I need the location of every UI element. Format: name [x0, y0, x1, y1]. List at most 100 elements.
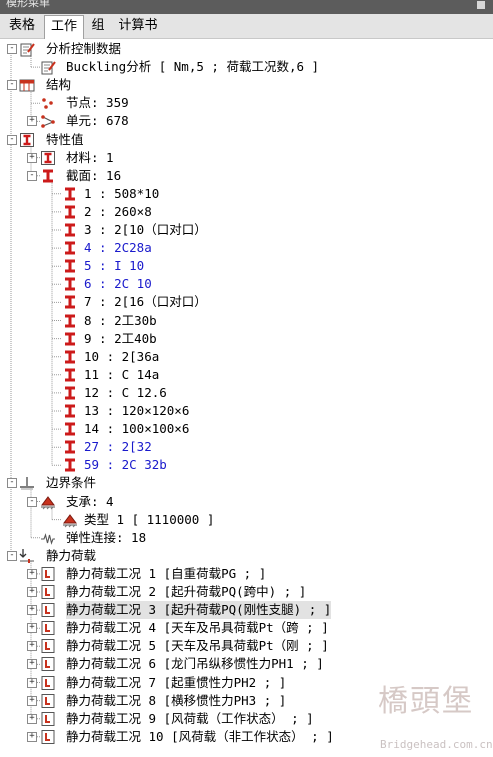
tree-item-label: 静力荷载 — [46, 547, 97, 563]
tree-row[interactable]: 类型 1 [ 1110000 ] — [0, 511, 493, 529]
tree-row[interactable]: + 静力荷载工况 4 [天车及吊具荷载Pt（跨 ; ] — [0, 619, 493, 637]
tree-item-label: 静力荷载工况 9 [风荷载（工作状态） ; ] — [66, 710, 314, 726]
collapse-toggle-icon[interactable]: - — [7, 550, 17, 561]
tab-calc-report[interactable]: 计算书 — [114, 16, 162, 36]
tree-row[interactable]: 节点: 359 — [0, 94, 493, 112]
collapse-toggle-icon[interactable]: - — [7, 478, 17, 489]
tree-row[interactable]: 10 : 2[36a — [0, 348, 493, 366]
expand-toggle-icon[interactable]: + — [27, 587, 37, 597]
tree-row[interactable]: + 静力荷载工况 5 [天车及吊具荷载Pt（刚 ; ] — [0, 637, 493, 655]
load-case-icon — [40, 656, 56, 672]
expand-toggle-icon[interactable]: + — [27, 116, 37, 127]
tree-row[interactable]: 2 : 260×8 — [0, 203, 493, 221]
tree-item-label: 12 : C 12.6 — [84, 384, 167, 400]
tree-row[interactable]: - 支承: 4 — [0, 493, 493, 511]
tree-row[interactable]: + 静力荷载工况 2 [起升荷载PQ(跨中) ; ] — [0, 583, 493, 601]
tree-row[interactable]: 12 : C 12.6 — [0, 384, 493, 402]
load-case-icon — [40, 566, 56, 582]
tree-item-label: 弹性连接: 18 — [66, 529, 147, 545]
tree-item-label: 静力荷载工况 10 [风荷载（非工作状态） ; ] — [66, 728, 334, 744]
tree-row[interactable]: 5 : I 10 — [0, 257, 493, 275]
tree-row[interactable]: + 材料: 1 — [0, 149, 493, 167]
expand-toggle-icon[interactable]: + — [27, 731, 37, 742]
tree-item-label: 9 : 2工40b — [84, 330, 157, 346]
tree-row[interactable]: + 静力荷载工况 6 [龙门吊纵移惯性力PH1 ; ] — [0, 655, 493, 673]
tree-row[interactable]: - 截面: 16 — [0, 167, 493, 185]
section-icon — [62, 240, 78, 256]
section-icon — [62, 421, 78, 437]
load-case-icon — [40, 711, 56, 727]
tree-item-label: 3 : 2[10（口对口） — [84, 222, 207, 237]
tree-row[interactable]: + 单元: 678 — [0, 112, 493, 130]
tree-item-label: 6 : 2C 10 — [84, 276, 152, 292]
collapse-toggle-icon[interactable]: - — [7, 134, 17, 145]
collapse-toggle-icon[interactable]: - — [27, 170, 37, 181]
tree-row[interactable]: 13 : 120×120×6 — [0, 402, 493, 420]
tree-row[interactable]: 1 : 508*10 — [0, 185, 493, 203]
tree-item-label: 7 : 2[16（口对口） — [84, 294, 207, 310]
tree-item-label: 10 : 2[36a — [84, 348, 160, 364]
collapse-toggle-icon[interactable]: - — [27, 496, 37, 507]
tree-item-label: 静力荷载工况 6 [龙门吊纵移惯性力PH1 ; ] — [66, 656, 324, 672]
static-load-icon — [19, 548, 35, 564]
tree-row[interactable]: + 静力荷载工况 1 [自重荷载PG ; ] — [0, 565, 493, 583]
tree-row[interactable]: 3 : 2[10（口对口） — [0, 221, 493, 239]
tree-row[interactable]: 59 : 2C 32b — [0, 456, 493, 474]
expand-toggle-icon[interactable]: + — [27, 605, 37, 616]
tree-row[interactable]: 7 : 2[16（口对口） — [0, 293, 493, 311]
tree-item-label: 59 : 2C 32b — [84, 457, 167, 473]
tree-row[interactable]: - 特性值 — [0, 131, 493, 149]
tree-row[interactable]: 6 : 2C 10 — [0, 275, 493, 293]
support-icon — [62, 512, 78, 528]
tree-item-label: 截面: 16 — [66, 167, 122, 183]
tab-table[interactable]: 表格 — [6, 16, 38, 36]
expand-toggle-icon[interactable]: + — [27, 713, 37, 724]
tree-row[interactable]: - 结构 — [0, 76, 493, 94]
material-icon — [40, 150, 56, 166]
tree-row[interactable]: 4 : 2C28a — [0, 239, 493, 257]
tree-item-label: 静力荷载工况 5 [天车及吊具荷载Pt（刚 ; ] — [66, 638, 329, 654]
load-case-icon — [40, 693, 56, 709]
tree-row[interactable]: Buckling分析 [ Nm,5 ; 荷载工况数,6 ] — [0, 58, 493, 76]
tab-group[interactable]: 组 — [88, 16, 108, 36]
expand-toggle-icon[interactable]: + — [27, 641, 37, 652]
section-icon — [62, 313, 78, 329]
collapse-toggle-icon[interactable]: - — [7, 80, 17, 91]
section-icon — [62, 367, 78, 383]
tree-item-label: 静力荷载工况 2 [起升荷载PQ(跨中) ; ] — [66, 584, 307, 599]
tab-work[interactable]: 工作 — [44, 15, 84, 39]
tree-row[interactable]: 14 : 100×100×6 — [0, 420, 493, 438]
tree-row[interactable]: 8 : 2工30b — [0, 312, 493, 330]
tree-row[interactable]: 9 : 2工40b — [0, 330, 493, 348]
expand-toggle-icon[interactable]: + — [27, 568, 37, 579]
tree-row[interactable]: + 静力荷载工况 3 [起升荷载PQ(刚性支腿) ; ] — [0, 601, 493, 620]
analysis-control-icon — [19, 41, 35, 57]
tree-row[interactable]: 11 : C 14a — [0, 366, 493, 384]
expand-toggle-icon[interactable]: + — [27, 695, 37, 706]
section-icon — [62, 457, 78, 473]
section-icon — [62, 294, 78, 310]
tree-item-label: 静力荷载工况 1 [自重荷载PG ; ] — [66, 565, 267, 581]
tree-item-label: 静力荷载工况 8 [横移惯性力PH3 ; ] — [66, 692, 287, 708]
tree-row[interactable]: 27 : 2[32 — [0, 438, 493, 456]
tree-item-label: 材料: 1 — [66, 149, 114, 165]
collapse-toggle-icon[interactable]: - — [7, 44, 17, 54]
load-case-icon — [40, 675, 56, 691]
tree-row[interactable]: - 边界条件 — [0, 474, 493, 492]
section-icon — [62, 186, 78, 202]
tree-row[interactable]: - 分析控制数据 — [0, 40, 493, 58]
tree-item-label: 静力荷载工况 7 [起重惯性力PH2 ; ] — [66, 674, 287, 690]
expand-toggle-icon[interactable]: + — [27, 677, 37, 688]
tree-item-label: 8 : 2工30b — [84, 312, 157, 328]
expand-toggle-icon[interactable]: + — [27, 152, 37, 163]
tree-item-label: 27 : 2[32 — [84, 439, 152, 455]
panel-title: 模形菜单 — [6, 0, 50, 9]
section-icon — [62, 258, 78, 274]
element-icon — [40, 113, 56, 129]
pin-icon[interactable] — [477, 1, 485, 9]
tree-row[interactable]: 弹性连接: 18 — [0, 529, 493, 547]
expand-toggle-icon[interactable]: + — [27, 623, 37, 634]
tree-item-label: 1 : 508*10 — [84, 185, 160, 201]
tree-row[interactable]: - 静力荷载 — [0, 547, 493, 565]
expand-toggle-icon[interactable]: + — [27, 659, 37, 670]
